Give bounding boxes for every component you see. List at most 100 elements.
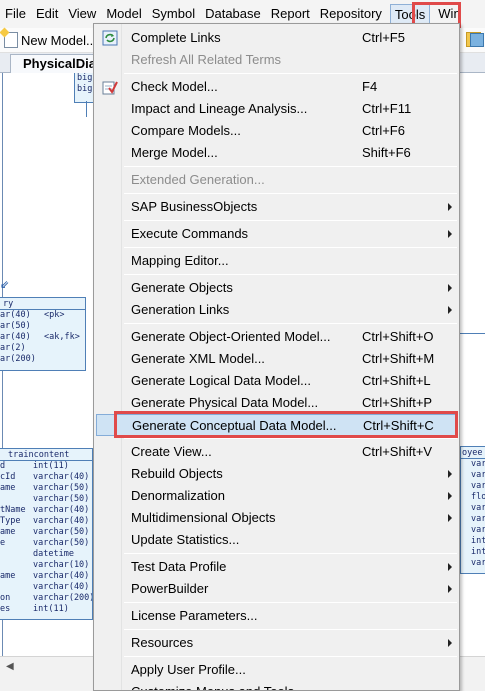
column-type: var	[471, 514, 485, 524]
menu-item-extended-generation: Extended Generation...	[96, 169, 457, 191]
column-type: varchar(50)	[33, 483, 90, 493]
menu-item-customize-menus-and-tools[interactable]: Customize Menus and Tools...	[96, 681, 457, 690]
menu-tools[interactable]: Tools	[389, 4, 431, 24]
menu-report[interactable]: Report	[266, 4, 315, 24]
menu-item-impact-and-lineage-analysis[interactable]: Impact and Lineage Analysis... Ctrl+F11	[96, 98, 457, 120]
menu-item-mapping-editor[interactable]: Mapping Editor...	[96, 250, 457, 272]
table-column-row: datetime	[0, 549, 92, 560]
menu-separator	[124, 438, 457, 439]
column-type: varchar(40)	[33, 472, 90, 482]
menu-item-label: Check Model...	[131, 79, 218, 94]
column-type: <ak,fk>	[44, 332, 80, 342]
column-type: varchar(40)	[33, 582, 90, 592]
table-column-row: varchar(50)	[0, 494, 92, 505]
menu-item-label: Customize Menus and Tools...	[131, 681, 305, 690]
menu-item-update-statistics[interactable]: Update Statistics...	[96, 529, 457, 551]
menu-item-generate-xml-model[interactable]: Generate XML Model... Ctrl+Shift+M	[96, 348, 457, 370]
menu-item-label: Rebuild Objects	[131, 466, 223, 481]
menu-repository[interactable]: Repository	[315, 4, 387, 24]
column-type: varchar(40)	[33, 516, 90, 526]
menu-item-check-model[interactable]: Check Model... F4	[96, 76, 457, 98]
complete-links-icon	[102, 30, 118, 46]
table-column-row: var	[461, 503, 485, 514]
relationship-line-right	[460, 333, 485, 334]
toolbar-save-icon[interactable]	[470, 33, 484, 47]
menu-item-shortcut: Ctrl+Shift+L	[362, 373, 431, 388]
menu-item-powerbuilder[interactable]: PowerBuilder	[96, 578, 457, 600]
column-type: int(11)	[33, 604, 69, 614]
menu-symbol[interactable]: Symbol	[147, 4, 200, 24]
scroll-left-icon[interactable]: ◀	[6, 661, 14, 672]
menu-item-shortcut: Ctrl+F6	[362, 123, 405, 138]
menu-file[interactable]: File	[0, 4, 31, 24]
table-column-row: e varchar(50)	[0, 538, 92, 549]
column-type: <pk>	[44, 310, 65, 320]
column-name: d	[0, 461, 6, 471]
table-right-title: oyee	[461, 447, 485, 459]
column-type: varchar(40)	[33, 571, 90, 581]
menu-view[interactable]: View	[63, 4, 101, 24]
menu-item-apply-user-profile[interactable]: Apply User Profile...	[96, 659, 457, 681]
menu-separator	[124, 220, 457, 221]
table-left[interactable]: ry ar(40) <pk> ar(50) ar(40) <ak,fk> ar(2) ar(…	[0, 297, 86, 371]
menu-item-shortcut: Ctrl+F5	[362, 30, 405, 45]
menu-item-resources[interactable]: Resources	[96, 632, 457, 654]
submenu-arrow-icon	[448, 492, 452, 500]
menu-separator	[124, 602, 457, 603]
column-type: var	[471, 481, 485, 491]
relationship-arrow-icon: ⇙	[0, 279, 10, 291]
submenu-arrow-icon	[448, 203, 452, 211]
menu-item-generate-physical-data-model[interactable]: Generate Physical Data Model... Ctrl+Shif…	[96, 392, 457, 414]
menu-item-shortcut: Ctrl+Shift+P	[362, 395, 433, 410]
submenu-arrow-icon	[448, 639, 452, 647]
table-column-row: ame varchar(40)	[0, 571, 92, 582]
table-right-fragment[interactable]: oyee var var var flo var var var int int var	[460, 446, 485, 574]
menu-edit[interactable]: Edit	[31, 4, 63, 24]
submenu-arrow-icon	[448, 306, 452, 314]
menu-item-generation-links[interactable]: Generation Links	[96, 299, 457, 321]
menu-item-label: Impact and Lineage Analysis...	[131, 101, 308, 116]
table-column-row: es int(11)	[0, 604, 92, 615]
menu-item-rebuild-objects[interactable]: Rebuild Objects	[96, 463, 457, 485]
menu-item-license-parameters[interactable]: License Parameters...	[96, 605, 457, 627]
menu-item-multidimensional-objects[interactable]: Multidimensional Objects	[96, 507, 457, 529]
menu-item-label: SAP BusinessObjects	[131, 199, 258, 214]
menu-item-merge-model[interactable]: Merge Model... Shift+F6	[96, 142, 457, 164]
column-name: ar(2)	[0, 343, 26, 353]
menu-item-test-data-profile[interactable]: Test Data Profile	[96, 556, 457, 578]
menu-database[interactable]: Database	[200, 4, 266, 24]
column-name: ar(50)	[0, 321, 31, 331]
menu-item-label: PowerBuilder	[131, 581, 209, 596]
column-name: e	[0, 538, 6, 548]
table-column-row: big	[75, 84, 95, 95]
menu-item-generate-objects[interactable]: Generate Objects	[96, 277, 457, 299]
column-name: es	[0, 604, 11, 614]
column-type: datetime	[33, 549, 74, 559]
menu-item-create-view[interactable]: Create View... Ctrl+Shift+V	[96, 441, 457, 463]
menu-separator	[124, 323, 457, 324]
menu-item-label: Complete Links	[131, 30, 221, 45]
submenu-arrow-icon	[448, 563, 452, 571]
menu-item-sap-businessobjects[interactable]: SAP BusinessObjects	[96, 196, 457, 218]
new-model-button[interactable]: New Model...	[0, 32, 97, 48]
menu-item-generate-conceptual-data-model[interactable]: Generate Conceptual Data Model... Ctrl+Sh…	[96, 414, 457, 436]
menu-item-label: Resources	[131, 635, 194, 650]
menu-item-generate-logical-data-model[interactable]: Generate Logical Data Model... Ctrl+Shift…	[96, 370, 457, 392]
menu-item-label: Mapping Editor...	[131, 253, 229, 268]
menu-model[interactable]: Model	[101, 4, 146, 24]
column-name: Type	[0, 516, 21, 526]
menu-item-generate-object-oriented-model[interactable]: Generate Object-Oriented Model... Ctrl+Sh…	[96, 326, 457, 348]
new-model-icon	[4, 32, 18, 48]
menu-separator	[124, 629, 457, 630]
menu-item-compare-models[interactable]: Compare Models... Ctrl+F6	[96, 120, 457, 142]
table-column-row: cId varchar(40)	[0, 472, 92, 483]
table-traincontent[interactable]: traincontent d int(11) cId varchar(40) ame va…	[0, 448, 93, 620]
menu-item-denormalization[interactable]: Denormalization	[96, 485, 457, 507]
tab-physical-diagram[interactable]: PhysicalDia	[10, 54, 105, 73]
menu-win[interactable]: Win	[433, 4, 465, 24]
table-column-row: on varchar(200)	[0, 593, 92, 604]
column-type: varchar(50)	[33, 494, 90, 504]
menu-item-complete-links[interactable]: Complete Links Ctrl+F5	[96, 27, 457, 49]
menu-item-execute-commands[interactable]: Execute Commands	[96, 223, 457, 245]
menu-item-label: Merge Model...	[131, 145, 218, 160]
